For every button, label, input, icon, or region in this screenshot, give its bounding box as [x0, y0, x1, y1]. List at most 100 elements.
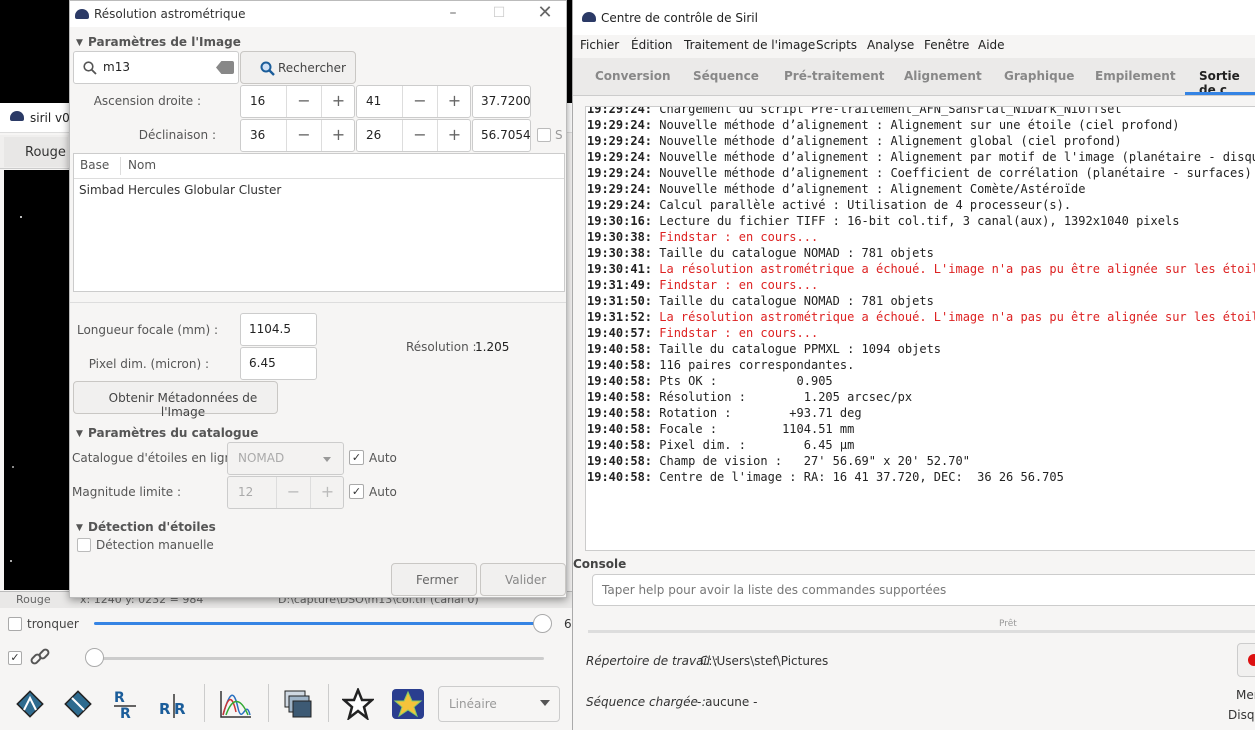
- section-star-detection[interactable]: Détection d'étoiles: [88, 520, 216, 534]
- histogram-icon[interactable]: [218, 688, 254, 720]
- expander-arrow-icon[interactable]: ▼: [76, 38, 83, 48]
- column-header-base[interactable]: Base: [80, 158, 109, 172]
- menu-fenetre[interactable]: Fenêtre: [924, 38, 969, 52]
- menu-scripts[interactable]: Scripts: [816, 38, 857, 52]
- pixel-size-label: Pixel dim. (micron) :: [88, 357, 209, 371]
- image-canvas[interactable]: [4, 170, 70, 590]
- tab-sequence[interactable]: Séquence: [693, 69, 759, 83]
- expander-arrow-icon[interactable]: ▼: [76, 523, 83, 533]
- minus-icon[interactable]: −: [402, 86, 437, 117]
- close-button[interactable]: Fermer: [391, 563, 477, 596]
- minus-icon[interactable]: −: [402, 120, 437, 151]
- pixel-size-input[interactable]: 6.45: [240, 347, 317, 380]
- maximize-icon[interactable]: ☐: [489, 5, 509, 21]
- ra-hours-spin[interactable]: 16 − +: [240, 85, 355, 118]
- validate-button[interactable]: Valider: [480, 563, 566, 596]
- low-slider-track[interactable]: [94, 657, 544, 660]
- column-divider: [120, 157, 121, 175]
- log-timestamp: 19:31:52:: [587, 310, 653, 324]
- log-message: Centre de l'image : RA: 16 41 37.720, DE…: [652, 470, 1064, 484]
- dec-seconds-field[interactable]: 56.7054: [472, 119, 531, 152]
- search-button[interactable]: Rechercher: [240, 51, 356, 84]
- auto-catalog-checkbox[interactable]: ✓: [349, 450, 364, 465]
- log-line: 19:29:24: Nouvelle méthode d’alignement …: [587, 181, 1255, 197]
- mirror-y-icon[interactable]: RR: [158, 688, 190, 720]
- log-timestamp: 19:30:41:: [587, 262, 653, 276]
- get-metadata-button[interactable]: Obtenir Métadonnées de l'Image: [73, 381, 278, 419]
- photometry-star-icon[interactable]: [391, 688, 425, 720]
- rotate-right-icon[interactable]: [62, 688, 94, 720]
- section-catalog-params[interactable]: Paramètres du catalogue: [88, 426, 258, 440]
- catalog-select[interactable]: NOMAD: [227, 442, 344, 475]
- plus-icon[interactable]: +: [437, 120, 471, 151]
- log-line: 19:40:58: Pixel dim. : 6.45 µm: [587, 437, 1255, 453]
- ra-minutes-value: 41: [366, 94, 382, 108]
- menu-traitement[interactable]: Traitement de l'image: [684, 38, 815, 52]
- minus-icon[interactable]: −: [276, 477, 310, 508]
- menu-edition[interactable]: Édition: [631, 38, 673, 52]
- column-header-name[interactable]: Nom: [128, 158, 156, 172]
- plus-icon[interactable]: +: [310, 477, 344, 508]
- image-stack-icon[interactable]: [282, 688, 314, 720]
- link-icon[interactable]: [28, 645, 52, 669]
- log-view[interactable]: 19:29:24: Chargement du script Pre-trait…: [585, 106, 1255, 551]
- expander-arrow-icon[interactable]: ▼: [76, 429, 83, 439]
- log-timestamp: 19:40:58:: [587, 342, 653, 356]
- minus-icon[interactable]: −: [286, 120, 321, 151]
- log-timestamp: 19:40:58:: [587, 438, 653, 452]
- toolbar-separator: [268, 684, 269, 722]
- high-slider-track[interactable]: [94, 622, 544, 625]
- tab-pretraitement[interactable]: Pré-traitement: [784, 69, 885, 83]
- tab-empilement[interactable]: Empilement: [1095, 69, 1176, 83]
- plus-icon[interactable]: +: [437, 86, 471, 117]
- dynamic-psf-icon[interactable]: [340, 686, 376, 722]
- rotate-left-icon[interactable]: [14, 688, 46, 720]
- resolution-label: Résolution :: [406, 340, 477, 354]
- plus-icon[interactable]: +: [321, 86, 355, 117]
- object-search-input[interactable]: m13: [73, 51, 239, 84]
- dec-minutes-spin[interactable]: 26 − +: [356, 119, 471, 152]
- workdir-value[interactable]: C:\Users\stef\Pictures: [700, 654, 828, 668]
- plus-icon[interactable]: +: [321, 120, 355, 151]
- manual-detection-checkbox[interactable]: [77, 538, 91, 552]
- dec-degrees-spin[interactable]: 36 − +: [240, 119, 355, 152]
- section-image-params[interactable]: Paramètres de l'Image: [88, 35, 241, 49]
- ra-minutes-spin[interactable]: 41 − +: [356, 85, 471, 118]
- log-timestamp: 19:29:24:: [587, 134, 653, 148]
- menu-aide[interactable]: Aide: [978, 38, 1005, 52]
- scale-select[interactable]: Linéaire: [438, 686, 560, 722]
- console-input[interactable]: Taper help pour avoir la liste des comma…: [592, 574, 1255, 606]
- tronquer-checkbox[interactable]: [8, 617, 22, 631]
- focal-length-input[interactable]: 1104.5: [240, 313, 317, 346]
- table-row[interactable]: Simbad Hercules Globular Cluster: [74, 180, 564, 200]
- ra-label: Ascension droite :: [93, 94, 201, 108]
- log-line: 19:29:24: Nouvelle méthode d’alignement …: [587, 133, 1255, 149]
- tab-alignement[interactable]: Alignement: [904, 69, 982, 83]
- toolbar-separator: [204, 684, 205, 722]
- south-checkbox[interactable]: [537, 128, 551, 142]
- minimize-icon[interactable]: –: [443, 5, 463, 21]
- log-line: 19:29:24: Nouvelle méthode d’alignement …: [587, 149, 1255, 165]
- stop-button[interactable]: [1237, 643, 1255, 677]
- ra-seconds-field[interactable]: 37.7200: [472, 85, 531, 118]
- tab-graphique[interactable]: Graphique: [1004, 69, 1074, 83]
- minus-icon[interactable]: −: [286, 86, 321, 117]
- tab-conversion[interactable]: Conversion: [595, 69, 671, 83]
- search-button-label: Rechercher: [278, 61, 346, 75]
- close-icon[interactable]: ✕: [535, 2, 555, 23]
- auto-magnitude-checkbox[interactable]: ✓: [349, 484, 364, 499]
- menu-analyse[interactable]: Analyse: [867, 38, 914, 52]
- siril-app-icon: [75, 9, 89, 19]
- high-slider-handle[interactable]: [533, 614, 552, 633]
- log-line: 19:40:58: Rotation : +93.71 deg: [587, 405, 1255, 421]
- clear-input-icon[interactable]: [216, 61, 234, 74]
- log-message: Rotation : +93.71 deg: [652, 406, 862, 420]
- magnitude-spin[interactable]: 12 − +: [227, 476, 344, 509]
- dec-seconds-value: 56.7054: [481, 128, 531, 142]
- log-message: La résolution astrométrique a échoué. L'…: [652, 310, 1255, 324]
- menu-fichier[interactable]: Fichier: [580, 38, 619, 52]
- checked-checkbox[interactable]: ✓: [8, 651, 22, 665]
- tab-rouge[interactable]: Rouge: [4, 137, 68, 167]
- mirror-x-icon[interactable]: RR: [110, 688, 140, 722]
- low-slider-handle[interactable]: [85, 648, 104, 667]
